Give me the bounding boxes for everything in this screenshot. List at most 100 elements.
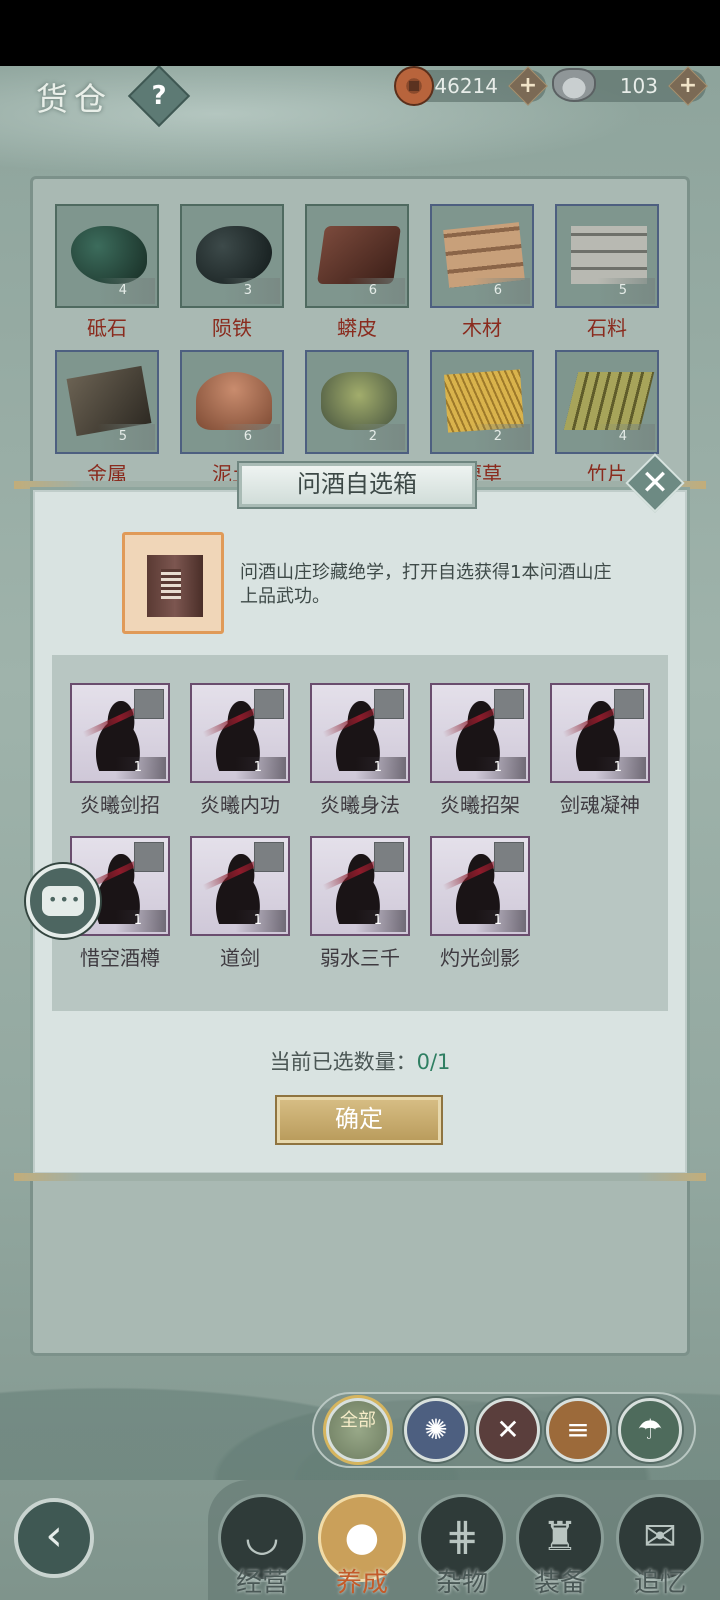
item-label: 陨铁 — [212, 316, 252, 340]
status-bar — [0, 0, 720, 66]
item-label: 木材 — [462, 316, 502, 340]
nav-manage[interactable]: ◡ 经营 — [218, 1494, 306, 1598]
skill-label: 灼光剑影 — [440, 946, 520, 970]
chest-item-icon — [122, 532, 224, 634]
soil-icon — [196, 372, 272, 430]
nav-label: 装备 — [533, 1568, 586, 1598]
stone-icon — [571, 226, 647, 284]
close-icon: ✕ — [640, 463, 670, 503]
select-checkbox[interactable] — [614, 689, 644, 719]
modal-bottom-rod — [14, 1173, 706, 1181]
item-qty: 2 — [434, 424, 530, 450]
inventory-item-stone[interactable]: 5 石料 — [555, 204, 659, 341]
filter-bag-button[interactable]: ✺ — [404, 1398, 468, 1462]
inventory-item-wood[interactable]: 6 木材 — [430, 204, 534, 341]
plus-icon: + — [518, 73, 538, 98]
item-qty: 3 — [184, 278, 280, 304]
selected-count-label: 当前已选数量： — [269, 1050, 417, 1074]
filter-all-button[interactable]: 全部 — [326, 1398, 390, 1462]
skill-option[interactable]: 1 弱水三千 — [310, 836, 410, 971]
skill-label: 剑魂凝神 — [560, 793, 640, 817]
skill-option[interactable]: 1 剑魂凝神 — [550, 683, 650, 818]
skill-selection-grid: 1 炎曦剑招 1 炎曦内功 1 炎曦身法 1 炎曦招架 1 剑魂凝神 1 惜空酒… — [52, 655, 668, 1011]
inventory-item-python-hide[interactable]: 6 蟒皮 — [305, 204, 409, 341]
python-hide-icon — [316, 226, 402, 284]
inventory-item-meteor-iron[interactable]: 3 陨铁 — [180, 204, 284, 341]
skill-option[interactable]: 1 灼光剑影 — [430, 836, 530, 971]
skill-qty: 1 — [314, 757, 406, 779]
dialog-description: 问酒山庄珍藏绝学，打开自选获得1本问酒山庄上品武功。 — [240, 562, 612, 607]
logs-icon: ≡ — [566, 1413, 590, 1446]
skill-qty: 1 — [434, 757, 526, 779]
filter-misc-button[interactable]: ☂ — [618, 1398, 682, 1462]
meteor-iron-icon — [196, 226, 272, 284]
item-qty: 4 — [59, 278, 155, 304]
silver-currency: 103 + — [552, 66, 708, 106]
select-checkbox[interactable] — [134, 689, 164, 719]
bluestone-icon — [321, 372, 397, 430]
nav-label: 养成 — [335, 1568, 388, 1598]
nav-memory[interactable]: ✉ 追忆 — [616, 1494, 704, 1598]
skill-qty: 1 — [74, 757, 166, 779]
skill-qty: 1 — [194, 757, 286, 779]
skill-qty: 1 — [194, 910, 286, 932]
filter-material-button[interactable]: ≡ — [546, 1398, 610, 1462]
chat-icon — [42, 886, 84, 916]
inventory-item-metal[interactable]: 5 金属 — [55, 350, 159, 487]
nav-misc[interactable]: ⋕ 杂物 — [418, 1494, 506, 1598]
skill-option[interactable]: 1 炎曦身法 — [310, 683, 410, 818]
filter-weapon-button[interactable]: ✕ — [476, 1398, 540, 1462]
skill-qty: 1 — [554, 757, 646, 779]
filter-all-label: 全部 — [340, 1410, 376, 1431]
help-icon: ? — [151, 81, 167, 111]
nav-label: 追忆 — [633, 1568, 686, 1598]
add-copper-button[interactable]: + — [508, 66, 548, 106]
bamboo-icon — [563, 372, 655, 430]
copper-coin-icon — [394, 66, 434, 106]
item-label: 蟒皮 — [337, 316, 377, 340]
selected-count-value: 0/1 — [416, 1050, 451, 1074]
crossed-swords-icon: ✕ — [496, 1413, 520, 1446]
copper-amount: 46214 — [434, 74, 498, 98]
select-checkbox[interactable] — [494, 842, 524, 872]
select-checkbox[interactable] — [374, 842, 404, 872]
skill-label: 炎曦身法 — [320, 793, 400, 817]
silver-ingot-icon — [552, 68, 596, 102]
back-arrow-icon: ‹ — [45, 1510, 63, 1561]
skill-label: 道剑 — [220, 946, 260, 970]
select-checkbox[interactable] — [254, 689, 284, 719]
confirm-button[interactable]: 确定 — [275, 1095, 443, 1145]
item-qty: 2 — [309, 424, 405, 450]
skill-option[interactable]: 1 炎曦剑招 — [70, 683, 170, 818]
select-checkbox[interactable] — [134, 842, 164, 872]
plus-icon: + — [678, 73, 698, 98]
page-title: 货仓 — [36, 80, 113, 118]
item-label: 石料 — [587, 316, 627, 340]
skill-label: 炎曦招架 — [440, 793, 520, 817]
select-checkbox[interactable] — [374, 689, 404, 719]
item-label: 砥石 — [87, 316, 127, 340]
inventory-item-whetstone[interactable]: 4 砥石 — [55, 204, 159, 341]
skill-label: 炎曦剑招 — [80, 793, 160, 817]
select-checkbox[interactable] — [494, 689, 524, 719]
help-button[interactable]: ? — [127, 66, 191, 128]
select-checkbox[interactable] — [254, 842, 284, 872]
dialog-title: 问酒自选箱 — [239, 463, 475, 507]
whetstone-icon — [71, 226, 147, 284]
nav-label: 经营 — [235, 1568, 288, 1598]
nav-cultivate[interactable]: ● 养成 — [318, 1494, 406, 1598]
skill-option[interactable]: 1 道剑 — [190, 836, 290, 971]
money-bag-icon: ✺ — [424, 1413, 448, 1446]
skill-option[interactable]: 1 炎曦招架 — [430, 683, 530, 818]
item-qty: 4 — [559, 424, 655, 450]
item-qty: 6 — [434, 278, 530, 304]
add-silver-button[interactable]: + — [668, 66, 708, 106]
item-qty: 5 — [59, 424, 155, 450]
nav-equipment[interactable]: ♜ 装备 — [516, 1494, 604, 1598]
skill-option[interactable]: 1 炎曦内功 — [190, 683, 290, 818]
skill-label: 炎曦内功 — [200, 793, 280, 817]
copper-currency: 46214 + — [394, 66, 548, 106]
nav-label: 杂物 — [435, 1568, 488, 1598]
back-button[interactable]: ‹ — [14, 1498, 94, 1578]
chat-bubble-button[interactable] — [26, 864, 100, 938]
